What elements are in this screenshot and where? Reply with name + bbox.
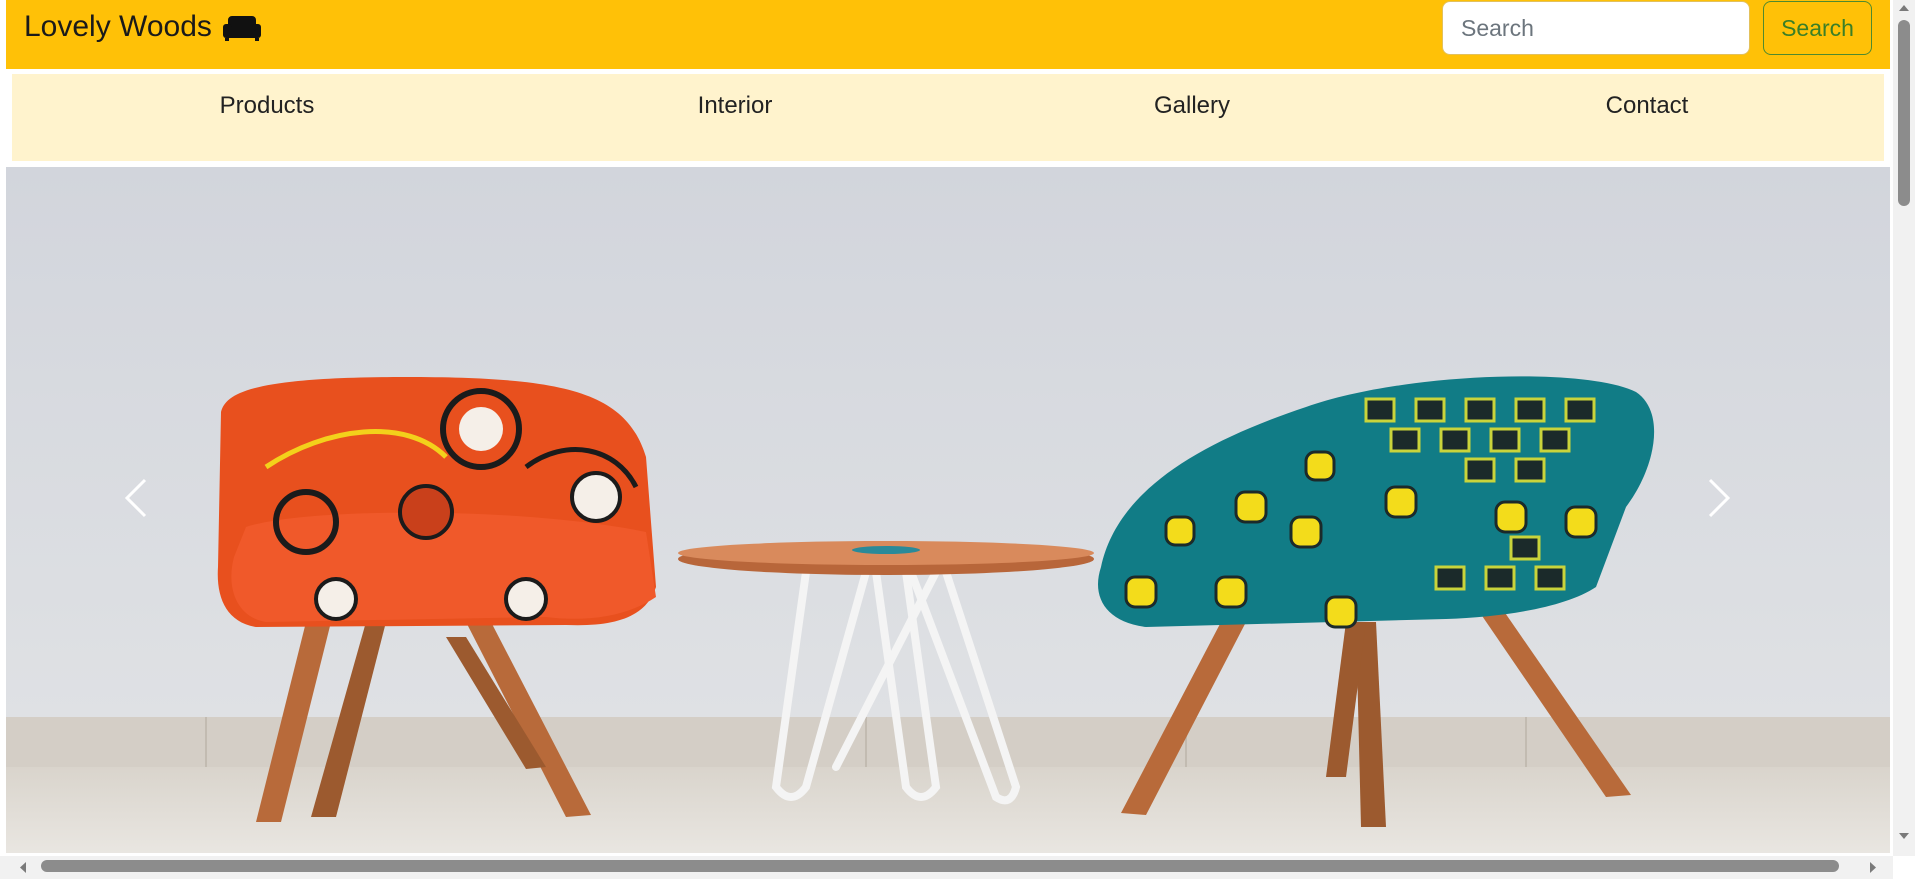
main-nav: Products Interior Gallery Contact [12, 74, 1884, 161]
brand-name: Lovely Woods [24, 10, 212, 43]
scroll-right-arrow-icon[interactable] [1866, 856, 1880, 879]
brand[interactable]: Lovely Woods [24, 10, 262, 44]
vertical-scrollbar-thumb[interactable] [1898, 20, 1910, 206]
hero-carousel [6, 167, 1890, 853]
nav-item-interior[interactable]: Interior [698, 92, 773, 120]
carousel-slide-image [6, 167, 1890, 853]
scroll-up-arrow-icon[interactable] [1893, 2, 1915, 14]
chevron-right-icon [1708, 478, 1731, 518]
sofa-icon [222, 16, 261, 41]
nav-item-products[interactable]: Products [220, 92, 315, 120]
horizontal-scrollbar-thumb[interactable] [41, 860, 1839, 872]
carousel-next-button[interactable] [1704, 477, 1764, 537]
search-button[interactable]: Search [1763, 1, 1872, 55]
nav-item-gallery[interactable]: Gallery [1154, 92, 1230, 120]
search-input[interactable] [1442, 1, 1750, 55]
scroll-left-arrow-icon[interactable] [16, 856, 30, 879]
scroll-down-arrow-icon[interactable] [1893, 830, 1915, 842]
page: Lovely Woods Search Products Interior Ga… [6, 0, 1890, 856]
carousel-prev-button[interactable] [121, 477, 181, 537]
header-bar: Lovely Woods Search [6, 0, 1890, 69]
chevron-left-icon [124, 478, 147, 518]
nav-item-contact[interactable]: Contact [1606, 92, 1689, 120]
